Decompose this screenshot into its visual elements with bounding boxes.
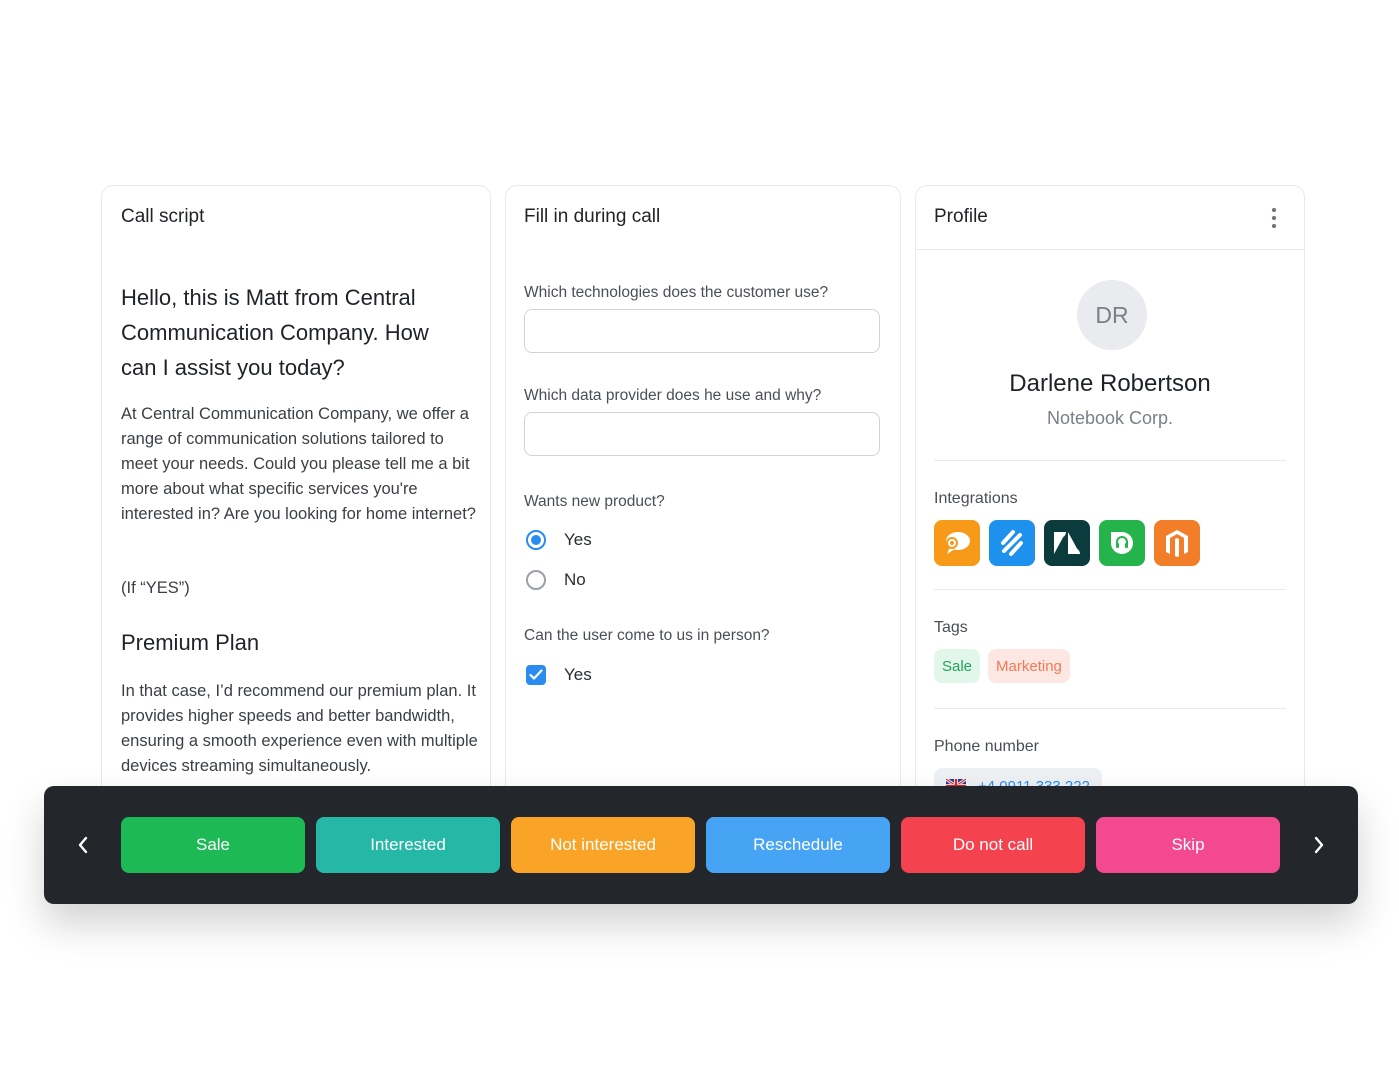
profile-panel: Profile DR Darlene Robertson Notebook Co… bbox=[915, 185, 1305, 825]
do-not-call-button[interactable]: Do not call bbox=[901, 817, 1085, 873]
profile-divider bbox=[934, 460, 1286, 461]
data-provider-input[interactable] bbox=[524, 412, 880, 456]
profile-name: Darlene Robertson bbox=[1009, 370, 1211, 397]
fill-in-title: Fill in during call bbox=[524, 206, 661, 227]
call-script-title: Call script bbox=[121, 206, 205, 227]
radio-selected-icon[interactable] bbox=[526, 530, 546, 550]
option-label: No bbox=[564, 570, 586, 589]
wants-new-product-label: Wants new product? bbox=[524, 493, 665, 510]
helpscout-icon[interactable] bbox=[989, 520, 1035, 566]
integrations-label: Integrations bbox=[934, 490, 1018, 507]
profile-divider bbox=[934, 589, 1286, 590]
option-label: Yes bbox=[564, 665, 592, 684]
integrations-list bbox=[934, 520, 1200, 566]
tag-marketing[interactable]: Marketing bbox=[988, 649, 1070, 683]
technologies-question-label: Which technologies does the customer use… bbox=[524, 284, 829, 301]
freshdesk-icon[interactable] bbox=[1099, 520, 1145, 566]
script-condition-text: (If “YES”) bbox=[121, 579, 190, 597]
script-premium-paragraph: In that case, I’d recommend our premium … bbox=[121, 682, 478, 775]
avatar: DR bbox=[1077, 280, 1147, 350]
radio-unselected-icon[interactable] bbox=[526, 570, 546, 590]
script-greeting-heading: Hello, this is Matt from Central Communi… bbox=[121, 285, 429, 380]
chevron-left-icon[interactable] bbox=[68, 830, 98, 860]
profile-company: Notebook Corp. bbox=[1046, 408, 1174, 428]
sale-button[interactable]: Sale bbox=[121, 817, 305, 873]
profile-title: Profile bbox=[934, 206, 988, 227]
call-outcome-bar: Sale Interested Not interested Reschedul… bbox=[44, 786, 1358, 904]
phone-number-label: Phone number bbox=[934, 738, 1039, 755]
option-label: Yes bbox=[564, 530, 592, 549]
magento-icon[interactable] bbox=[1154, 520, 1200, 566]
technologies-input[interactable] bbox=[524, 309, 880, 353]
fill-in-panel: Fill in during call Which technologies d… bbox=[505, 185, 901, 825]
wants-new-product-no-option[interactable]: No bbox=[526, 570, 586, 590]
profile-divider bbox=[934, 708, 1286, 709]
more-vertical-icon[interactable] bbox=[1270, 208, 1278, 228]
chat-integration-icon[interactable] bbox=[934, 520, 980, 566]
reschedule-button[interactable]: Reschedule bbox=[706, 817, 890, 873]
profile-header-divider bbox=[916, 249, 1304, 250]
checkbox-checked-icon[interactable] bbox=[526, 665, 546, 685]
not-interested-button[interactable]: Not interested bbox=[511, 817, 695, 873]
script-premium-heading: Premium Plan bbox=[121, 630, 260, 655]
call-script-panel: Call script Hello, this is Matt from Cen… bbox=[101, 185, 491, 825]
tags-label: Tags bbox=[934, 619, 968, 636]
zendesk-icon[interactable] bbox=[1044, 520, 1090, 566]
skip-button[interactable]: Skip bbox=[1096, 817, 1280, 873]
tags-list: Sale Marketing bbox=[934, 649, 1070, 683]
chevron-right-icon[interactable] bbox=[1304, 830, 1334, 860]
interested-button[interactable]: Interested bbox=[316, 817, 500, 873]
in-person-question-label: Can the user come to us in person? bbox=[524, 627, 770, 644]
script-intro-paragraph: At Central Communication Company, we off… bbox=[121, 405, 476, 523]
data-provider-question-label: Which data provider does he use and why? bbox=[524, 387, 822, 404]
in-person-yes-option[interactable]: Yes bbox=[526, 665, 592, 685]
tag-sale[interactable]: Sale bbox=[934, 649, 981, 683]
wants-new-product-yes-option[interactable]: Yes bbox=[526, 530, 592, 550]
